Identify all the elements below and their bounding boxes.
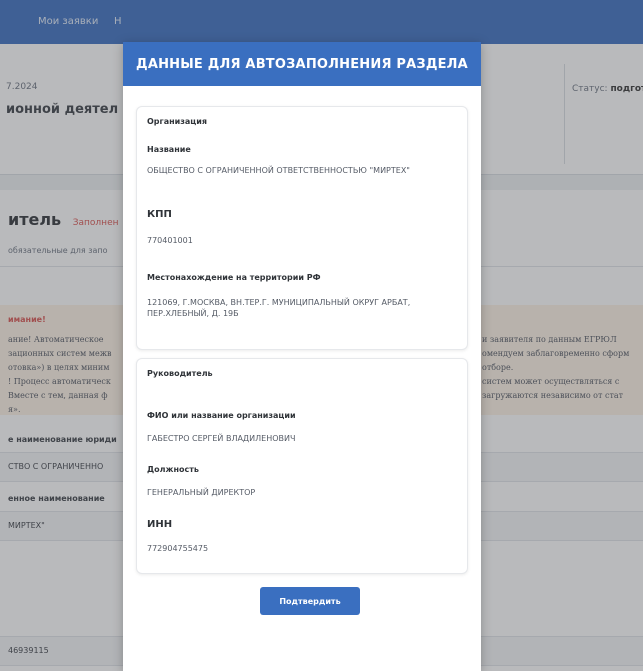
org-name-label: Название (147, 145, 191, 154)
org-name-value: ОБЩЕСТВО С ОГРАНИЧЕННОЙ ОТВЕТСТВЕННОСТЬЮ… (147, 166, 410, 175)
modal-title: ДАННЫЕ ДЛЯ АВТОЗАПОЛНЕНИЯ РАЗДЕЛА (136, 56, 468, 72)
position-label: Должность (147, 465, 199, 474)
inn-value: 772904755475 (147, 544, 209, 553)
autofill-modal: ДАННЫЕ ДЛЯ АВТОЗАПОЛНЕНИЯ РАЗДЕЛА Органи… (123, 42, 481, 671)
fio-label: ФИО или название организации (147, 411, 296, 420)
kpp-label: КПП (147, 209, 172, 220)
fio-value: ГАБЕСТРО СЕРГЕЙ ВЛАДИЛЕНОВИЧ (147, 434, 296, 443)
head-card: Руководитель ФИО или название организаци… (136, 358, 468, 574)
confirm-button[interactable]: Подтвердить (260, 587, 360, 615)
head-section-title: Руководитель (147, 369, 213, 378)
location-value: 121069, Г.МОСКВА, ВН.ТЕР.Г. МУНИЦИПАЛЬНЫ… (147, 298, 411, 318)
organization-card: Организация Название ОБЩЕСТВО С ОГРАНИЧЕ… (136, 106, 468, 350)
modal-header: ДАННЫЕ ДЛЯ АВТОЗАПОЛНЕНИЯ РАЗДЕЛА (123, 42, 481, 86)
location-label: Местонахождение на территории РФ (147, 273, 321, 282)
organization-section-title: Организация (147, 117, 207, 126)
kpp-value: 770401001 (147, 236, 193, 245)
inn-label: ИНН (147, 519, 173, 530)
position-value: ГЕНЕРАЛЬНЫЙ ДИРЕКТОР (147, 488, 256, 497)
